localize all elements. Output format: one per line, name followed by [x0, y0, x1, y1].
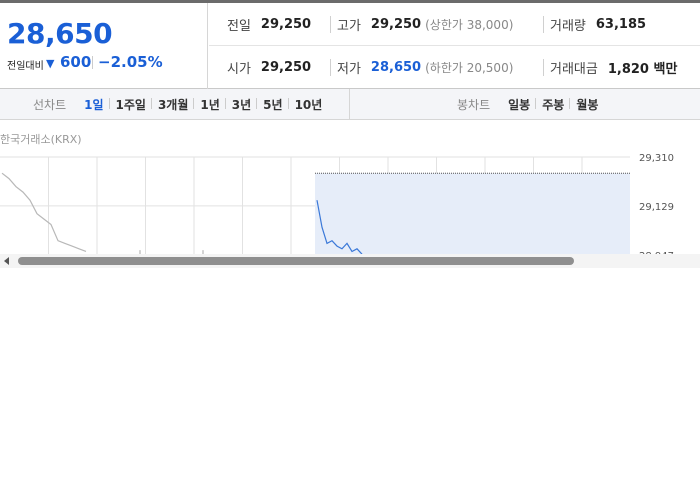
info-row-2: 시가 29,250 저가 28,650 (하한가 20,500) 거래대금 1,… — [209, 46, 700, 89]
scroll-left-arrow-icon[interactable] — [4, 257, 9, 265]
chart-svg: 29,31029,12928,947 — [0, 153, 674, 254]
price-box: 28,650 전일대비 ▼ 600 −2.05% — [0, 3, 208, 89]
volume-cell: 거래량 63,185 — [550, 3, 646, 46]
tab-10-years[interactable]: 10년 — [287, 96, 329, 113]
prev-close-label: 전일 — [227, 19, 251, 34]
change-value: 600 — [60, 53, 92, 71]
open-cell: 시가 29,250 — [227, 46, 311, 89]
change-percent: −2.05% — [98, 53, 163, 71]
line-chart-label: 선차트 — [33, 97, 67, 112]
stock-summary: 28,650 전일대비 ▼ 600 −2.05% 전일 29,250 고가 29… — [0, 3, 700, 89]
turnover-cell: 거래대금 1,820 백만 — [550, 46, 677, 89]
data-source: 한국거래소(KRX) — [0, 133, 82, 146]
candle-chart-tabs: 봉차트 일봉 주봉 월봉 — [351, 89, 700, 119]
tab-monthly-candle[interactable]: 월봉 — [569, 96, 604, 113]
high-value: 29,250 — [370, 17, 422, 32]
chart-tab-bar: 선차트 1일 1주일 3개월 1년 3년 5년 10년 봉차트 일봉 주봉 월봉 — [0, 89, 700, 120]
volume-value: 63,185 — [595, 17, 647, 32]
divider — [543, 16, 544, 33]
open-value: 29,250 — [260, 60, 312, 75]
y-tick-label: 29,129 — [639, 202, 674, 213]
divider — [330, 59, 331, 76]
upper-limit: (상한가 38,000) — [425, 18, 514, 32]
tab-3-years[interactable]: 3년 — [224, 96, 257, 113]
current-price: 28,650 — [7, 17, 113, 50]
low-label: 저가 — [337, 62, 361, 77]
low-value: 28,650 — [370, 60, 422, 75]
line-chart-tabs: 선차트 1일 1주일 3개월 1년 3년 5년 10년 — [0, 89, 350, 119]
tab-weekly-candle[interactable]: 주봉 — [535, 96, 570, 113]
candle-chart-label: 봉차트 — [457, 97, 491, 112]
chart-scrollbar[interactable] — [0, 254, 700, 268]
change-label: 전일대비 — [7, 61, 44, 72]
down-arrow-icon: ▼ — [46, 57, 55, 70]
scrollbar-thumb[interactable] — [18, 257, 574, 265]
history-line — [1, 172, 87, 253]
y-tick-label: 29,310 — [639, 153, 674, 164]
tab-1-year[interactable]: 1년 — [193, 96, 225, 113]
info-row-1: 전일 29,250 고가 29,250 (상한가 38,000) 거래량 63,… — [209, 3, 700, 46]
open-label: 시가 — [227, 62, 251, 77]
tab-5-years[interactable]: 5년 — [256, 96, 288, 113]
lower-limit: (하한가 20,500) — [425, 61, 514, 75]
low-cell: 저가 28,650 (하한가 20,500) — [337, 46, 513, 89]
tab-daily-candle[interactable]: 일봉 — [502, 96, 536, 113]
price-chart: 29,31029,12928,947 — [0, 150, 700, 254]
high-label: 고가 — [337, 19, 361, 34]
tab-1-day[interactable]: 1일 — [78, 96, 109, 113]
volume-label: 거래량 — [550, 19, 586, 34]
prev-close-value: 29,250 — [260, 17, 312, 32]
prev-close-cell: 전일 29,250 — [227, 3, 311, 46]
tab-3-months[interactable]: 3개월 — [150, 96, 194, 113]
today-area — [315, 173, 630, 254]
divider — [92, 56, 93, 69]
high-cell: 고가 29,250 (상한가 38,000) — [337, 3, 513, 46]
tab-1-week[interactable]: 1주일 — [108, 96, 152, 113]
divider — [543, 59, 544, 76]
turnover-label: 거래대금 — [550, 62, 598, 77]
divider — [330, 16, 331, 33]
turnover-value: 1,820 백만 — [607, 62, 678, 77]
